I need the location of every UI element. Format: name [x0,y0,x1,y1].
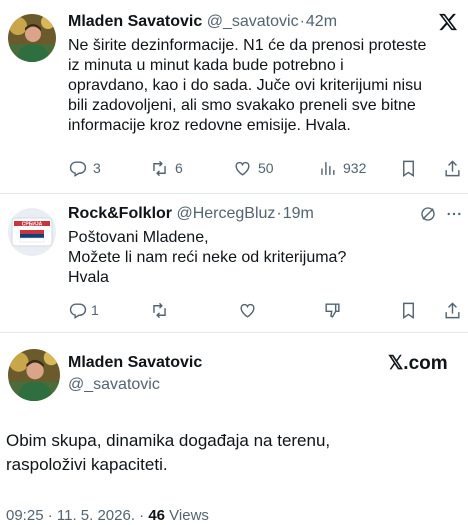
tweet-1[interactable]: Mladen Savatovic @_savatovic·42m Ne širi… [0,0,468,190]
tweet-header: Mladen Savatovic @_savatovic·42m [68,12,337,32]
tweet-header: Mladen Savatovic @_savatovic [68,353,202,395]
dislike-icon [325,302,340,318]
timestamp[interactable]: 19m [283,205,314,222]
tweet-text: Poštovani Mladene, Možete li nam reći ne… [68,228,346,288]
author-name[interactable]: Rock&Folklor [68,205,172,222]
action-bar: 1 [0,300,468,320]
views-button[interactable]: 932 [318,158,366,178]
avatar[interactable] [8,349,60,401]
views-icon [321,161,335,175]
reply-button[interactable]: 1 [68,300,99,320]
bookmark-button[interactable] [399,158,418,178]
bookmark-icon [403,160,414,177]
avatar[interactable]: СРБИЈА [8,208,56,256]
avatar-label: СРБИЈА [22,221,43,227]
author-handle[interactable]: @_savatovic [207,13,299,30]
tweet-text: Obim skupa, dinamika događaja na terenu,… [6,429,330,477]
tweet-text: Ne širite dezinformacije. N1 će da preno… [68,36,426,136]
action-bar: 3 6 50 932 [0,158,468,178]
share-button[interactable] [443,158,462,178]
reply-icon [69,160,87,177]
retweet-icon [153,160,166,176]
timestamp[interactable]: 42m [306,13,337,30]
grok-icon[interactable] [419,205,437,228]
dislike-button[interactable] [323,300,342,320]
separator-dot: · [299,13,305,30]
tweet-line: Hvala [68,269,109,286]
like-icon [240,303,255,318]
author-name[interactable]: Mladen Savatovic [68,13,202,30]
tweet-line: opravdano, kao i do sada. Juče ovi krite… [68,77,422,94]
tweet-line: bili zadovoljeni, ali smo svakako prenel… [68,97,416,114]
view-count: 46 [148,507,166,524]
reply-button[interactable]: 3 [68,158,101,178]
tweet-2[interactable]: СРБИЈА Rock&Folklor @HercegBluz·19m Pošt… [0,194,468,334]
reply-count: 1 [91,302,99,318]
x-logo-icon[interactable] [438,12,458,37]
author-handle[interactable]: @_savatovic [68,375,202,395]
retweet-icon [153,302,166,318]
post-timestamp[interactable]: 09:25 · 11. 5. 2026. · [6,507,148,524]
tweet-header: Rock&Folklor @HercegBluz·19m [68,204,314,224]
bookmark-icon [403,302,414,319]
views-count: 932 [343,160,367,176]
like-count: 50 [258,160,274,176]
author-name[interactable]: Mladen Savatovic [68,353,202,373]
like-icon [235,161,250,176]
reply-icon [69,302,87,319]
tweet-line: raspoloživi kapaciteti. [6,455,168,474]
like-button[interactable] [238,300,257,320]
share-button[interactable] [443,300,462,320]
tweet-3[interactable]: Mladen Savatovic @_savatovic 𝕏.com Obim … [0,333,468,525]
brand-link[interactable]: 𝕏.com [388,352,448,375]
tweet-line: Obim skupa, dinamika događaja na terenu, [6,431,331,450]
bookmark-button[interactable] [399,300,418,320]
separator-dot: · [276,205,282,222]
retweet-button[interactable]: 6 [150,158,183,178]
more-icon[interactable] [444,205,464,228]
author-handle[interactable]: @HercegBluz [176,205,275,222]
tweet-line: Poštovani Mladene, [68,229,209,246]
retweet-count: 6 [175,160,183,176]
tweet-meta: 09:25 · 11. 5. 2026. · 46 Views [6,507,209,524]
retweet-button[interactable] [150,300,169,320]
tweet-line: Ne širite dezinformacije. N1 će da preno… [68,37,427,54]
tweet-line: informacije kroz redovne emisije. Hvala. [68,117,351,134]
share-icon [445,301,460,318]
like-button[interactable]: 50 [233,158,274,178]
tweet-line: iz minuta u minut kada bude potrebno i [68,57,344,74]
reply-count: 3 [93,160,101,176]
tweet-line: Možete li nam reći neke od kriterijuma? [68,249,347,266]
views-label: Views [165,507,209,524]
avatar[interactable] [8,14,56,62]
share-icon [445,159,460,176]
